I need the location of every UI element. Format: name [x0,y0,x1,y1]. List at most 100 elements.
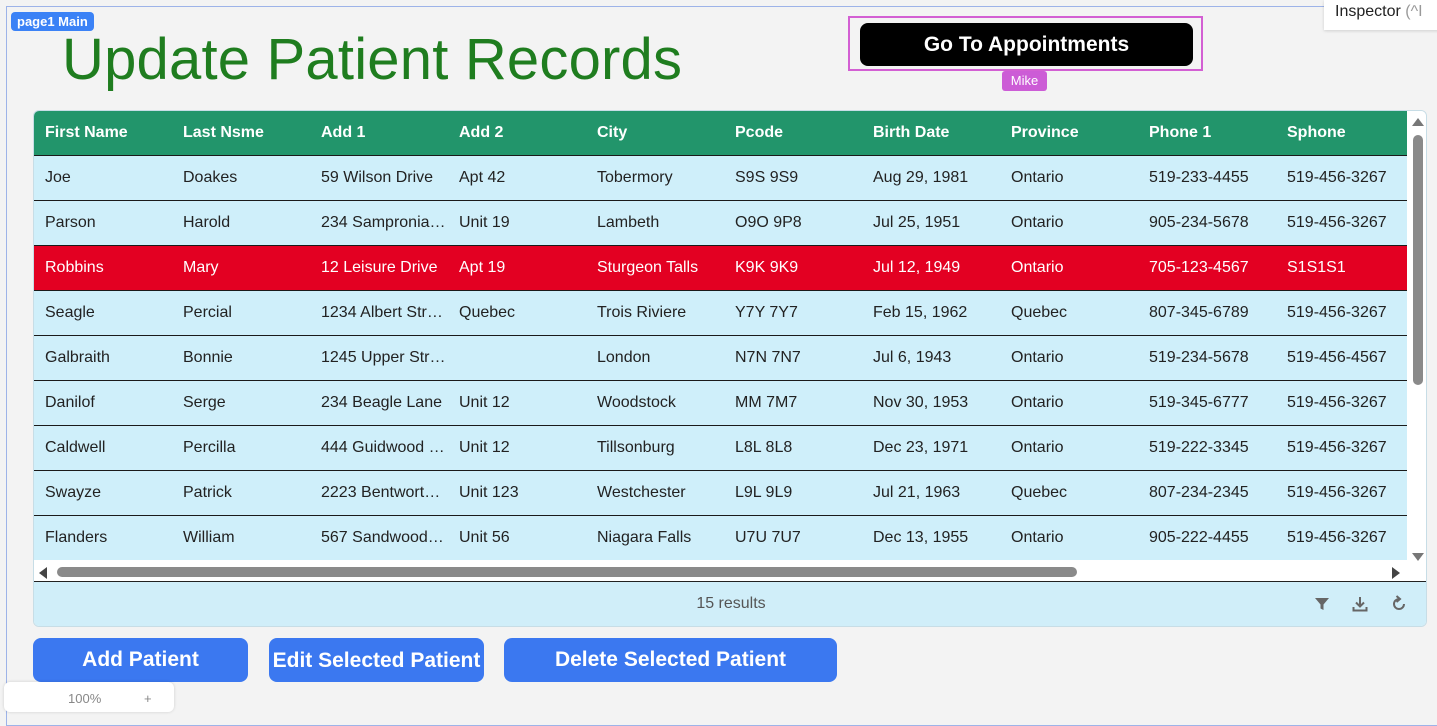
table-cell[interactable]: Quebec [1000,290,1138,336]
download-icon[interactable] [1351,595,1369,613]
table-cell[interactable]: Harold [172,200,310,246]
table-row[interactable]: SwayzePatrick2223 Bentworth AveUnit 123W… [34,470,1407,516]
scroll-left-icon[interactable] [39,567,47,579]
table-cell[interactable]: Jul 6, 1943 [862,335,1000,381]
table-cell[interactable]: 519-234-5678 [1138,335,1276,381]
table-cell[interactable]: Ontario [1000,200,1138,246]
table-cell[interactable]: Percial [172,290,310,336]
table-cell[interactable]: Dec 23, 1971 [862,425,1000,471]
zoom-control[interactable]: 100% + [4,682,174,712]
table-cell[interactable]: Doakes [172,155,310,201]
table-cell[interactable]: Flanders [34,515,172,560]
table-cell[interactable]: Patrick [172,470,310,516]
edit-selected-patient-button[interactable]: Edit Selected Patient [269,638,484,682]
table-cell[interactable]: Y7Y 7Y7 [724,290,862,336]
table-cell[interactable]: Serge [172,380,310,426]
delete-selected-patient-button[interactable]: Delete Selected Patient [504,638,837,682]
table-cell[interactable]: S1S1S1 [1276,245,1407,291]
table-cell[interactable]: Unit 12 [448,380,586,426]
scroll-down-icon[interactable] [1412,553,1424,561]
column-header[interactable]: City [586,111,724,156]
table-cell[interactable]: L9L 9L9 [724,470,862,516]
table-cell[interactable]: Ontario [1000,155,1138,201]
table-cell[interactable]: Unit 19 [448,200,586,246]
zoom-in-icon[interactable]: + [144,691,152,706]
table-cell[interactable]: Sturgeon Talls [586,245,724,291]
table-cell[interactable]: Ontario [1000,335,1138,381]
table-cell[interactable]: Apt 19 [448,245,586,291]
table-cell[interactable]: 2223 Bentworth Ave [310,470,448,516]
table-cell[interactable]: Unit 12 [448,425,586,471]
scroll-up-icon[interactable] [1412,118,1424,126]
table-cell[interactable]: 519-456-3267 [1276,155,1407,201]
table-cell[interactable]: 12 Leisure Drive [310,245,448,291]
column-header[interactable]: Birth Date [862,111,1000,156]
table-cell[interactable]: S9S 9S9 [724,155,862,201]
table-cell[interactable]: Ontario [1000,425,1138,471]
table-cell[interactable]: Aug 29, 1981 [862,155,1000,201]
table-cell[interactable]: 519-456-3267 [1276,200,1407,246]
table-cell[interactable]: Westchester [586,470,724,516]
table-cell[interactable]: 519-456-3267 [1276,515,1407,560]
table-cell[interactable]: Swayze [34,470,172,516]
table-cell[interactable]: Jul 25, 1951 [862,200,1000,246]
vertical-scroll-thumb[interactable] [1413,135,1423,385]
horizontal-scroll-thumb[interactable] [57,567,1077,577]
table-cell[interactable]: Quebec [1000,470,1138,516]
table-row[interactable]: Galbraith Bonnie 1245 Upper Street London N7… [34,335,1407,381]
table-row[interactable]: CaldwellPercilla444 Guidwood RoadUnit 12… [34,425,1407,471]
table-cell[interactable]: Trois Riviere [586,290,724,336]
table-cell[interactable]: Tillsonburg [586,425,724,471]
table-cell[interactable]: London [586,335,724,381]
add-patient-button[interactable]: Add Patient [33,638,248,682]
table-cell[interactable]: Caldwell [34,425,172,471]
table-cell[interactable]: Dec 13, 1955 [862,515,1000,560]
table-cell[interactable]: Niagara Falls [586,515,724,560]
column-header[interactable]: Sphone [1276,111,1407,156]
table-cell[interactable]: Jul 12, 1949 [862,245,1000,291]
table-cell[interactable]: Ontario [1000,515,1138,560]
table-cell[interactable]: Danilof [34,380,172,426]
table-cell[interactable]: L8L 8L8 [724,425,862,471]
table-cell[interactable]: Jul 21, 1963 [862,470,1000,516]
table-cell[interactable]: Unit 56 [448,515,586,560]
table-cell[interactable]: Lambeth [586,200,724,246]
table-cell[interactable]: Galbraith [34,335,172,381]
table-cell[interactable]: 519-222-3345 [1138,425,1276,471]
table-cell[interactable]: Percilla [172,425,310,471]
table-cell[interactable]: William [172,515,310,560]
table-cell[interactable]: 519-456-3267 [1276,290,1407,336]
table-row[interactable]: Joe Doakes 59 Wilson Drive Apt 42 Tobermory S… [34,155,1407,201]
table-cell[interactable]: Feb 15, 1962 [862,290,1000,336]
column-header[interactable]: Last Nsme [172,111,310,156]
table-row[interactable]: Seagle Percial 1234 Albert Street Quebec Tro… [34,290,1407,336]
table-cell[interactable]: 59 Wilson Drive [310,155,448,201]
table-row[interactable]: Danilof Serge 234 Beagle Lane Unit 12 Woodst… [34,380,1407,426]
table-cell[interactable]: 234 Beagle Lane [310,380,448,426]
table-row[interactable]: ParsonHarold234 Sampronia RoadUnit 19Lam… [34,200,1407,246]
table-cell[interactable]: Tobermory [586,155,724,201]
table-cell[interactable]: O9O 9P8 [724,200,862,246]
table-cell[interactable]: N7N 7N7 [724,335,862,381]
column-header[interactable]: Province [1000,111,1138,156]
table-cell[interactable]: Nov 30, 1953 [862,380,1000,426]
table-cell[interactable]: Quebec [448,290,586,336]
table-cell[interactable]: Woodstock [586,380,724,426]
table-cell[interactable]: 1234 Albert Street [310,290,448,336]
table-cell[interactable]: 807-234-2345 [1138,470,1276,516]
table-cell[interactable]: 519-456-3267 [1276,425,1407,471]
table-cell[interactable]: 905-234-5678 [1138,200,1276,246]
table-cell[interactable]: 705-123-4567 [1138,245,1276,291]
table-cell[interactable]: Seagle [34,290,172,336]
table-cell[interactable]: 519-456-3267 [1276,470,1407,516]
refresh-icon[interactable] [1390,595,1408,613]
table-cell[interactable]: Unit 123 [448,470,586,516]
scroll-right-icon[interactable] [1392,567,1400,579]
table-cell[interactable] [448,335,586,381]
vertical-scrollbar[interactable] [1409,111,1426,563]
table-cell[interactable]: 807-345-6789 [1138,290,1276,336]
table-row[interactable]: Robbins Mary 12 Leisure Drive Apt 19 Sturgeo… [34,245,1407,291]
column-header[interactable]: Add 1 [310,111,448,156]
table-cell[interactable]: Ontario [1000,380,1138,426]
table-cell[interactable]: 567 Sandwood Road [310,515,448,560]
